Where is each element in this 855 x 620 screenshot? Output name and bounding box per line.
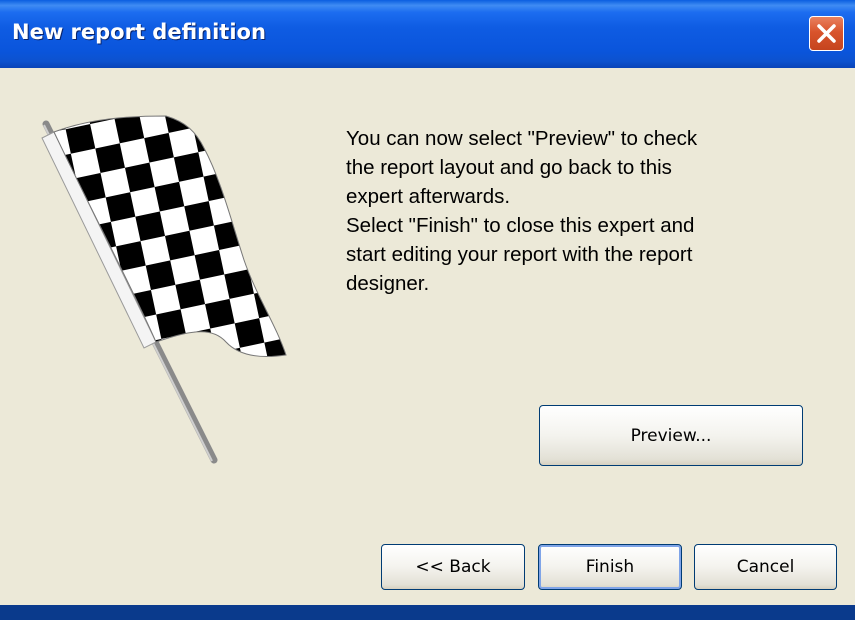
message-line: the report layout and go back to this bbox=[346, 156, 672, 179]
instruction-text: You can now select "Preview" to check th… bbox=[346, 124, 816, 298]
back-button[interactable]: << Back bbox=[381, 544, 525, 590]
taskbar-strip bbox=[0, 605, 855, 620]
message-line: Select "Finish" to close this expert and bbox=[346, 214, 695, 237]
preview-button[interactable]: Preview... bbox=[539, 405, 803, 466]
close-icon bbox=[817, 24, 836, 43]
message-line: designer. bbox=[346, 272, 430, 295]
wizard-dialog: New report definition You can now select… bbox=[0, 0, 855, 620]
title-bar[interactable]: New report definition bbox=[0, 0, 855, 68]
finish-button[interactable]: Finish bbox=[538, 544, 682, 590]
close-button[interactable] bbox=[809, 16, 844, 51]
window-title: New report definition bbox=[12, 20, 266, 44]
checkered-flag-icon bbox=[41, 115, 287, 464]
message-line: expert afterwards. bbox=[346, 185, 511, 208]
cancel-button[interactable]: Cancel bbox=[694, 544, 837, 590]
message-line: You can now select "Preview" to check bbox=[346, 127, 698, 150]
message-line: start editing your report with the repor… bbox=[346, 243, 693, 266]
